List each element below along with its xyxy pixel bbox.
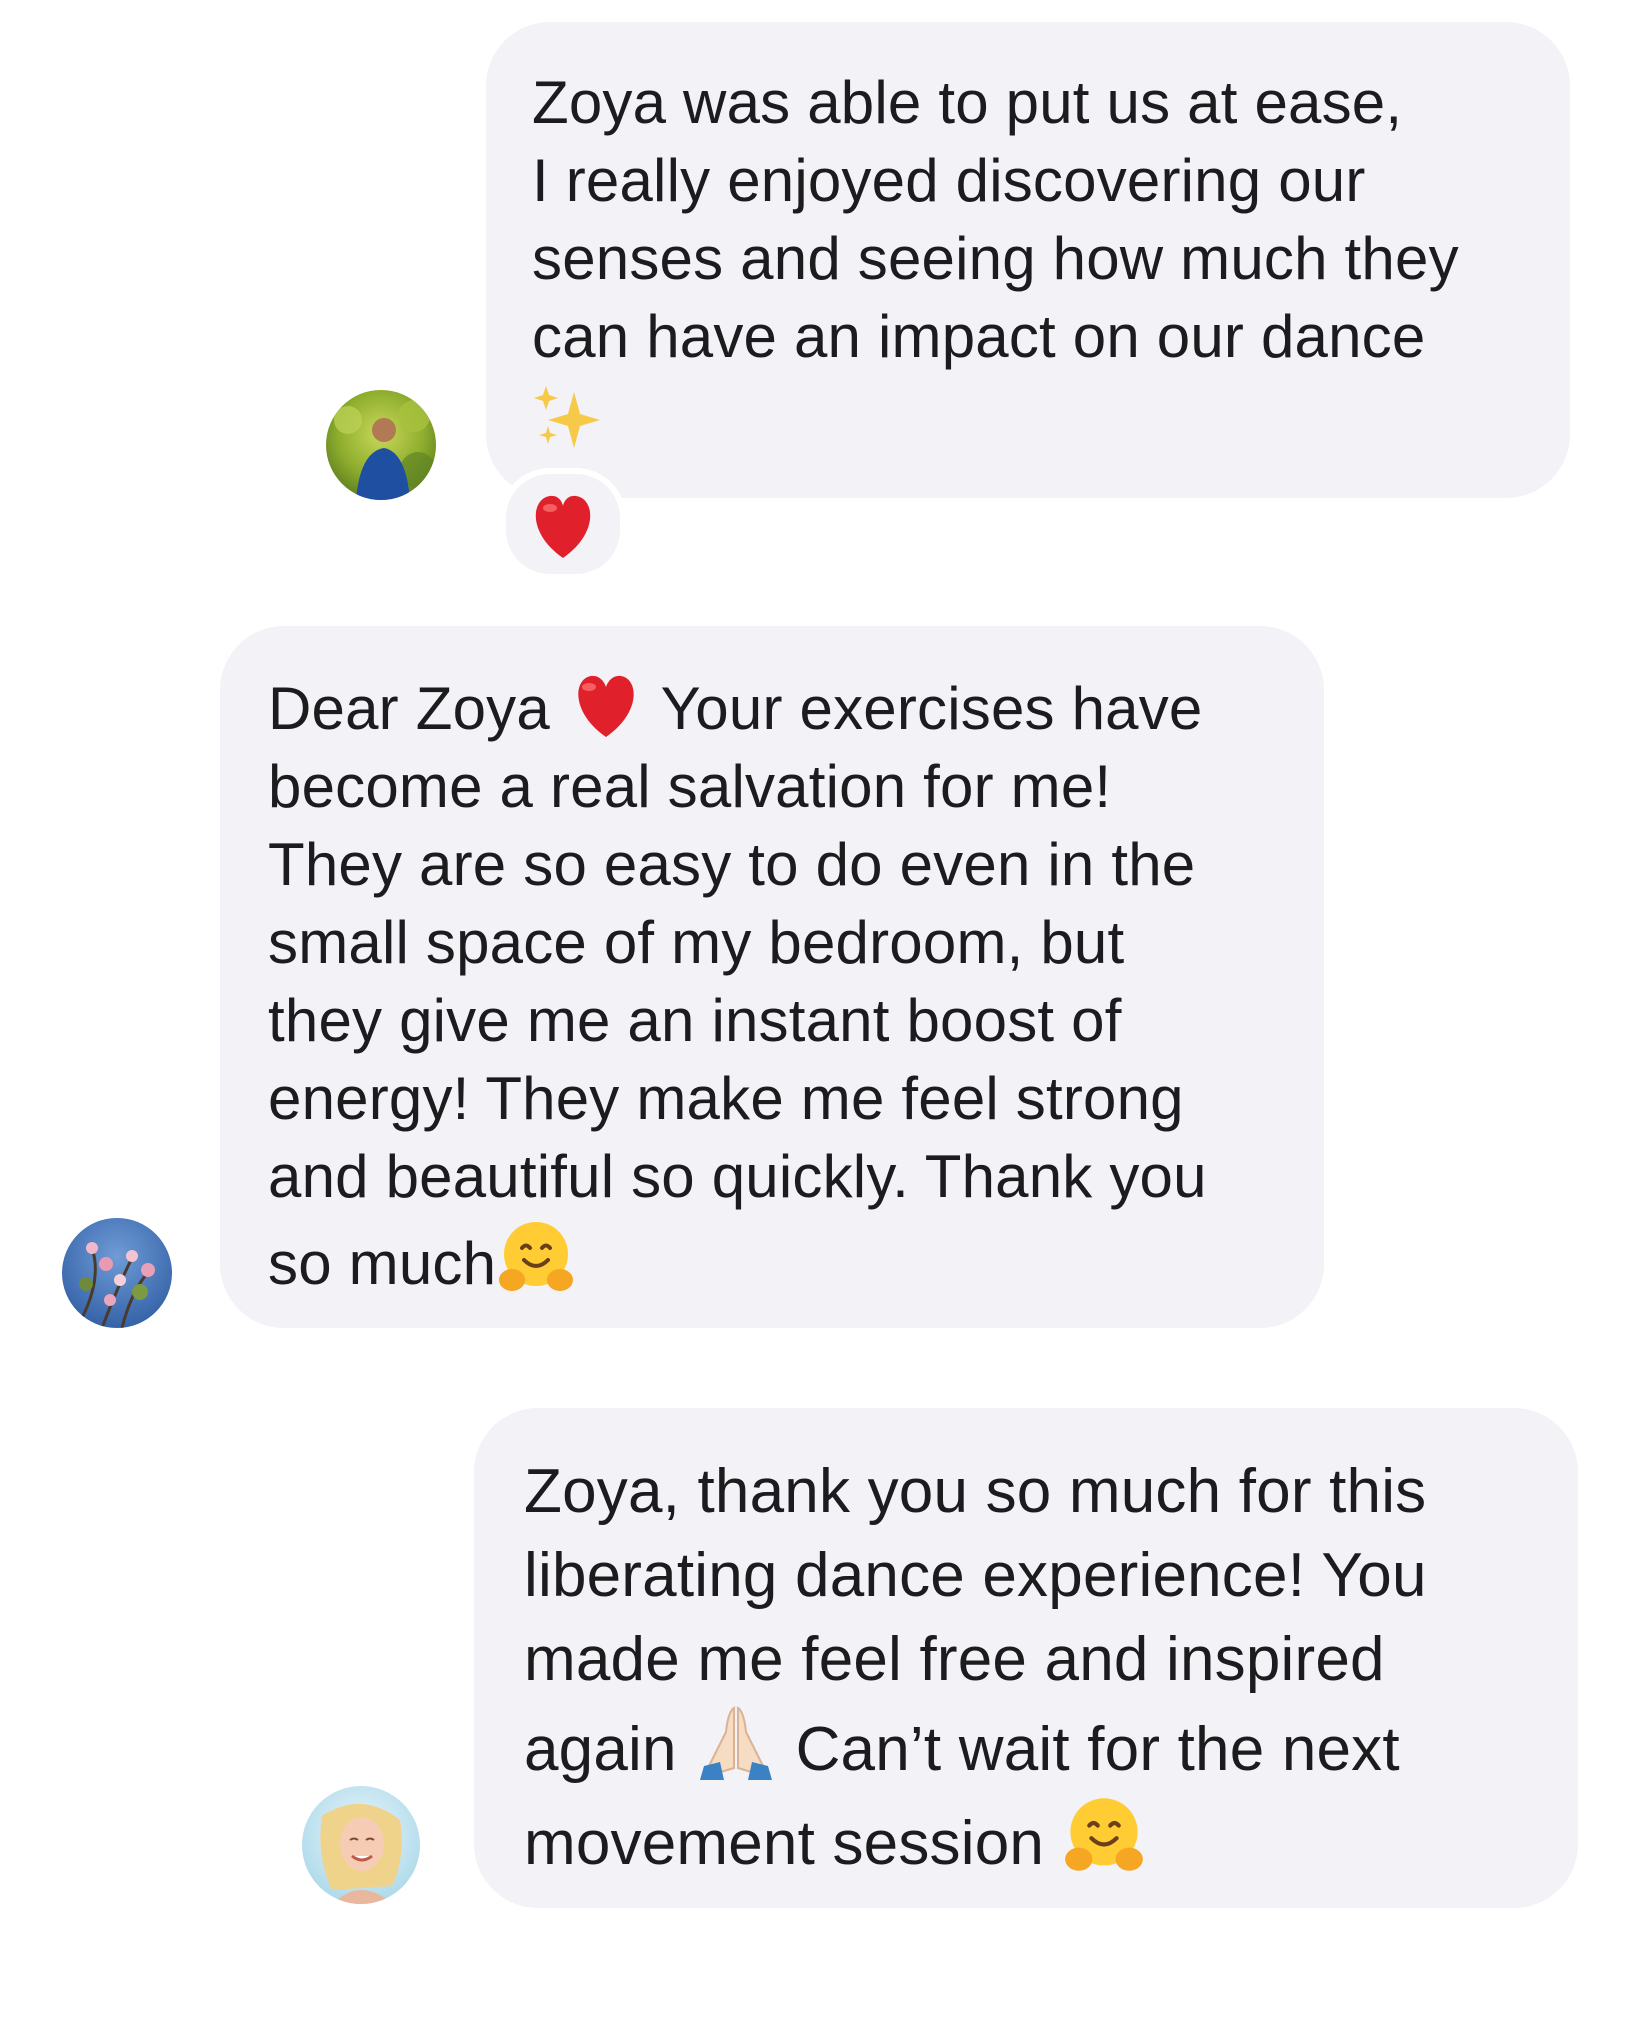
message-line: energy! They make me feel strong — [268, 1065, 1184, 1132]
message-line: can have an impact on our dance — [532, 303, 1426, 370]
message-line: liberating dance experience! You — [524, 1541, 1427, 1610]
message-line: small space of my bedroom, but — [268, 909, 1125, 976]
message-bubble-2[interactable]: Dear Zoya Your exercises have become a r… — [220, 626, 1324, 1328]
message-line: so much — [268, 1216, 1284, 1303]
message-line: I really enjoyed discovering our — [532, 147, 1366, 214]
red-heart-icon — [567, 671, 645, 741]
sender-avatar[interactable] — [302, 1786, 420, 1904]
message-text: Can’t wait for the next — [795, 1715, 1400, 1784]
sender-avatar[interactable] — [62, 1218, 172, 1328]
message-line: Zoya, thank you so much for this — [524, 1457, 1427, 1526]
message-line: become a real salvation for me! — [268, 753, 1112, 820]
message-thread: Zoya was able to put us at ease, I reall… — [0, 0, 1632, 2040]
reaction-badge[interactable] — [500, 468, 626, 580]
message-line: they give me an instant boost of — [268, 987, 1122, 1054]
message-line: Dear Zoya Your exercises have — [268, 670, 1284, 748]
hugging-face-icon — [1062, 1792, 1146, 1876]
message-line: movement session — [524, 1792, 1538, 1886]
message-line: again Can’t wait for the next — [524, 1702, 1538, 1792]
red-heart-icon — [535, 495, 591, 558]
message-text: Your exercises have — [660, 675, 1203, 742]
message-text: Dear Zoya — [268, 675, 550, 742]
message-line: They are so easy to do even in the — [268, 831, 1196, 898]
message-text: so much — [268, 1230, 497, 1297]
message-bubble-1[interactable]: Zoya was able to put us at ease, I reall… — [486, 22, 1570, 498]
hugging-face-icon — [496, 1216, 576, 1296]
message-line: senses and seeing how much they — [532, 225, 1459, 292]
message-text: again — [524, 1715, 677, 1784]
message-line: made me feel free and inspired — [524, 1625, 1385, 1694]
message-line: and beautiful so quickly. Thank you — [268, 1143, 1207, 1210]
message-bubble-3[interactable]: Zoya, thank you so much for this liberat… — [474, 1408, 1578, 1908]
message-text: movement session — [524, 1809, 1045, 1878]
folded-hands-icon — [694, 1702, 778, 1782]
message-line: Zoya was able to put us at ease, — [532, 69, 1403, 136]
sparkles-icon — [532, 382, 604, 454]
sender-avatar[interactable] — [326, 390, 436, 500]
